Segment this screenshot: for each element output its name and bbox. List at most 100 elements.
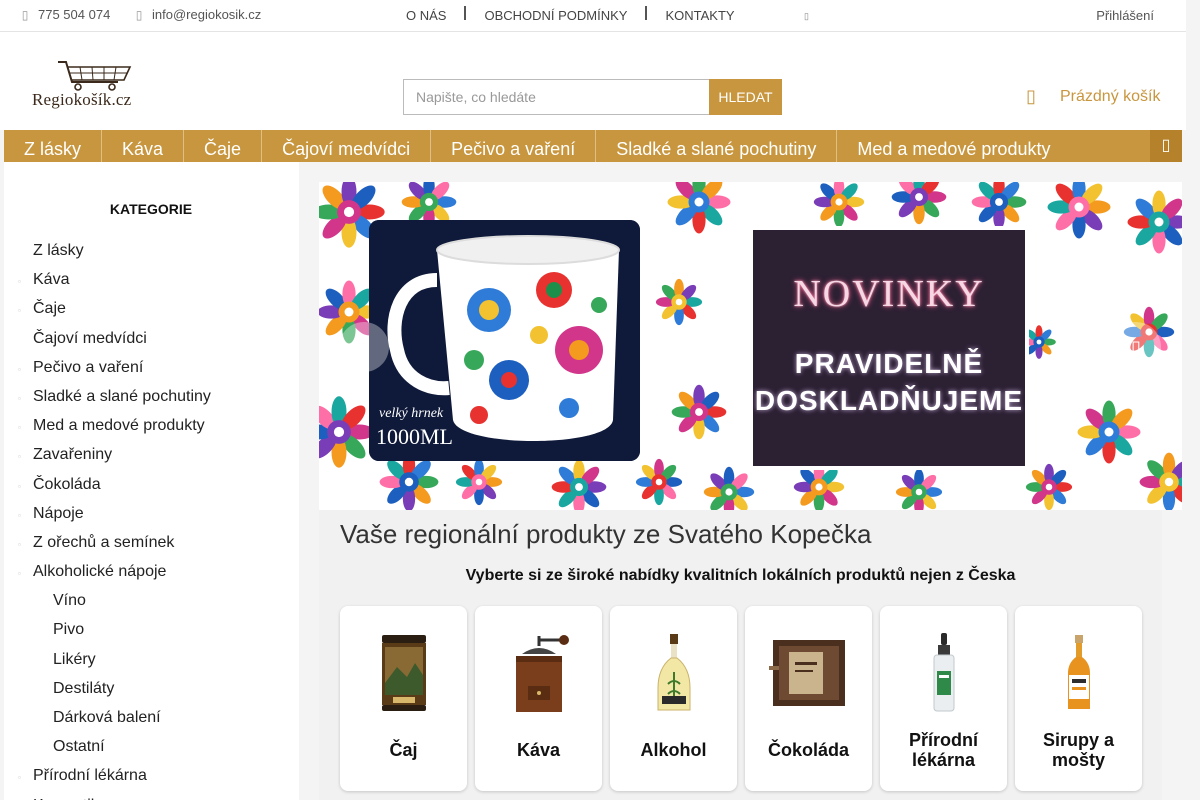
sidebar-item-label: Destiláty (53, 679, 115, 697)
tile-alkohol[interactable]: Alkohol (610, 606, 737, 791)
expand-bullet-icon[interactable]: ▫ (18, 535, 21, 555)
top-links: O NÁS OBCHODNÍ PODMÍNKY KONTAKTY (406, 5, 735, 23)
sidebar-item[interactable]: ▫Kosmetika (4, 794, 299, 800)
sidebar-subitem[interactable]: Destiláty (4, 677, 299, 706)
sidebar-item-label: Víno (53, 592, 86, 610)
sidebar-subitem[interactable]: Likéry (4, 648, 299, 677)
logo-text: Regiokošík.cz (32, 90, 132, 109)
search-button[interactable]: HLEDAT (709, 79, 782, 115)
sidebar-item-label: Dárková balení (53, 709, 161, 726)
sidebar-subitem[interactable]: Pivo (4, 618, 299, 647)
mug-caption-volume: 1000ML (376, 424, 453, 449)
nav-item-caje[interactable]: Čaje (184, 130, 263, 162)
sidebar-item[interactable]: ▫ Čokoláda (4, 473, 299, 502)
expand-bullet-icon[interactable]: ▫ (18, 506, 21, 526)
nav-more-button[interactable]: ▯ (1150, 130, 1182, 162)
sidebar-item[interactable]: ▫ Přírodní lékárna (4, 764, 299, 793)
nav-item-z-lasky[interactable]: Z lásky (4, 130, 103, 162)
tile-label: Čokoláda (767, 740, 850, 760)
nav-item-sladke-slane[interactable]: Sladké a slané pochutiny (596, 130, 838, 162)
cart[interactable]: ▯ Prázdný košík (1026, 86, 1160, 107)
logo[interactable]: Regiokošík.cz (30, 58, 148, 116)
tile-label: Čaj (389, 740, 418, 760)
cart-label: Prázdný košík (1060, 87, 1161, 105)
carousel-next-button[interactable]: ▯ (1111, 322, 1161, 372)
link-about[interactable]: O NÁS (406, 8, 446, 23)
tile-cokolada[interactable]: Čokoláda (745, 606, 872, 791)
nav-item-med[interactable]: Med a medové produkty (837, 130, 1070, 162)
expand-bullet-icon[interactable]: ▫ (18, 564, 21, 584)
sidebar-item-label: Pivo (53, 621, 85, 639)
link-separator (464, 5, 467, 20)
expand-bullet-icon[interactable]: ▫ (18, 301, 21, 321)
sidebar-item[interactable]: ▫ Čaje (4, 297, 299, 326)
nav-item-cajovi-medvidci[interactable]: Čajoví medvídci (262, 130, 432, 162)
sidebar-item[interactable]: ▫ Alkoholické nápoje (4, 560, 299, 589)
category-list: Z lásky ▫ Káva ▫ Čaje Čajoví medvídci ▫ Pečivo … (4, 239, 299, 800)
category-sidebar: KATEGORIE Z lásky ▫ Káva ▫ Čaje Čajoví medvíd… (4, 162, 299, 800)
basket-logo-icon (58, 61, 132, 91)
search-bar: HLEDAT (403, 79, 782, 115)
tile-label: Sirupy a mošty (1042, 730, 1115, 770)
sidebar-item[interactable]: ▫ Zavařeniny (4, 443, 299, 472)
top-bar: ▯ 775 504 074 ▯ info@regiokosik.cz O NÁS… (0, 0, 1186, 32)
sidebar-subitem[interactable]: Víno (4, 589, 299, 618)
nav-item-kava[interactable]: Káva (102, 130, 185, 162)
link-terms[interactable]: OBCHODNÍ PODMÍNKY (484, 8, 627, 23)
sidebar-item-label: Káva (33, 271, 70, 289)
sidebar-item-label: Z ořechů a semínek (33, 533, 175, 551)
tile-kava[interactable]: Káva (475, 606, 602, 791)
sidebar-item-label: Ostatní (53, 738, 105, 756)
language-icon[interactable]: ▯ (804, 11, 809, 22)
nav-item-pecivo[interactable]: Pečivo a vaření (431, 130, 597, 162)
expand-bullet-icon[interactable]: ▫ (18, 418, 21, 438)
chocolate-box-image (745, 628, 872, 718)
sidebar-item-label: Přírodní lékárna (33, 767, 147, 785)
expand-bullet-icon[interactable]: ▫ (18, 389, 21, 409)
sidebar-item[interactable]: Z lásky (4, 239, 299, 268)
header: Regiokošík.cz HLEDAT ▯ Prázdný košík (0, 32, 1186, 130)
sidebar-item-label: Kosmetika (33, 797, 108, 800)
news-title: NOVINKY (793, 273, 985, 315)
cart-icon: ▯ (1026, 86, 1036, 106)
tile-caj[interactable]: Čaj (340, 606, 467, 791)
sidebar-subitem[interactable]: Dárková balení (4, 706, 299, 735)
sidebar-item[interactable]: Čajoví medvídci (4, 327, 299, 356)
news-subtitle-2: DOSKLADŇUJEME (754, 385, 1024, 416)
sidebar-item-label: Med a medové produkty (33, 417, 205, 435)
sidebar-title: KATEGORIE (109, 201, 193, 217)
sidebar-item-label: Pečivo a vaření (33, 358, 144, 376)
sidebar-item-label: Čajoví medvídci (33, 329, 147, 347)
tea-tin-image (340, 628, 467, 718)
carousel-prev-button[interactable]: ▯ (339, 322, 389, 372)
login-link[interactable]: Přihlášení (1096, 8, 1154, 23)
sidebar-item[interactable]: ▫ Pečivo a vaření (4, 356, 299, 385)
syrup-bottle-image (1015, 628, 1142, 718)
sidebar-subitem[interactable]: Ostatní (4, 735, 299, 764)
dropper-bottle-image (880, 628, 1007, 718)
tile-sirupy-mosty[interactable]: Sirupy a mošty (1015, 606, 1142, 791)
expand-bullet-icon[interactable]: ▫ (18, 477, 21, 497)
sidebar-item[interactable]: ▫ Z ořechů a semínek (4, 531, 299, 560)
main-nav: Z lásky Káva Čaje Čajoví medvídci Pečivo… (4, 130, 1182, 162)
phone-contact[interactable]: ▯ 775 504 074 (20, 7, 111, 22)
tile-label: Káva (516, 740, 561, 760)
tile-prirodni-lekarna[interactable]: Přírodní lékárna (880, 606, 1007, 791)
hero-banner[interactable]: velký hrnek 1000ML NOVINKY PRAVIDELNĚ DO… (319, 182, 1182, 510)
sidebar-item-label: Čaje (33, 300, 66, 318)
expand-bullet-icon[interactable]: ▫ (18, 768, 21, 788)
sidebar-item-label: Čokoláda (33, 475, 101, 493)
expand-bullet-icon[interactable]: ▫ (18, 272, 21, 292)
category-tiles: Čaj Káva Alkohol Čokoláda Přírodní lékár… (340, 606, 1142, 791)
sidebar-item[interactable]: ▫ Nápoje (4, 502, 299, 531)
mug-panel: velký hrnek 1000ML (369, 220, 640, 461)
expand-bullet-icon[interactable]: ▫ (18, 360, 21, 380)
sidebar-item[interactable]: ▫ Káva (4, 268, 299, 297)
email-contact[interactable]: ▯ info@regiokosik.cz (134, 7, 262, 22)
expand-bullet-icon[interactable]: ▫ (18, 447, 21, 467)
sidebar-item[interactable]: ▫ Med a medové produkty (4, 414, 299, 443)
link-contacts[interactable]: KONTAKTY (665, 8, 734, 23)
sidebar-item[interactable]: ▫ Sladké a slané pochutiny (4, 385, 299, 414)
search-input[interactable] (403, 79, 709, 115)
phone-icon: ▯ (21, 7, 29, 22)
